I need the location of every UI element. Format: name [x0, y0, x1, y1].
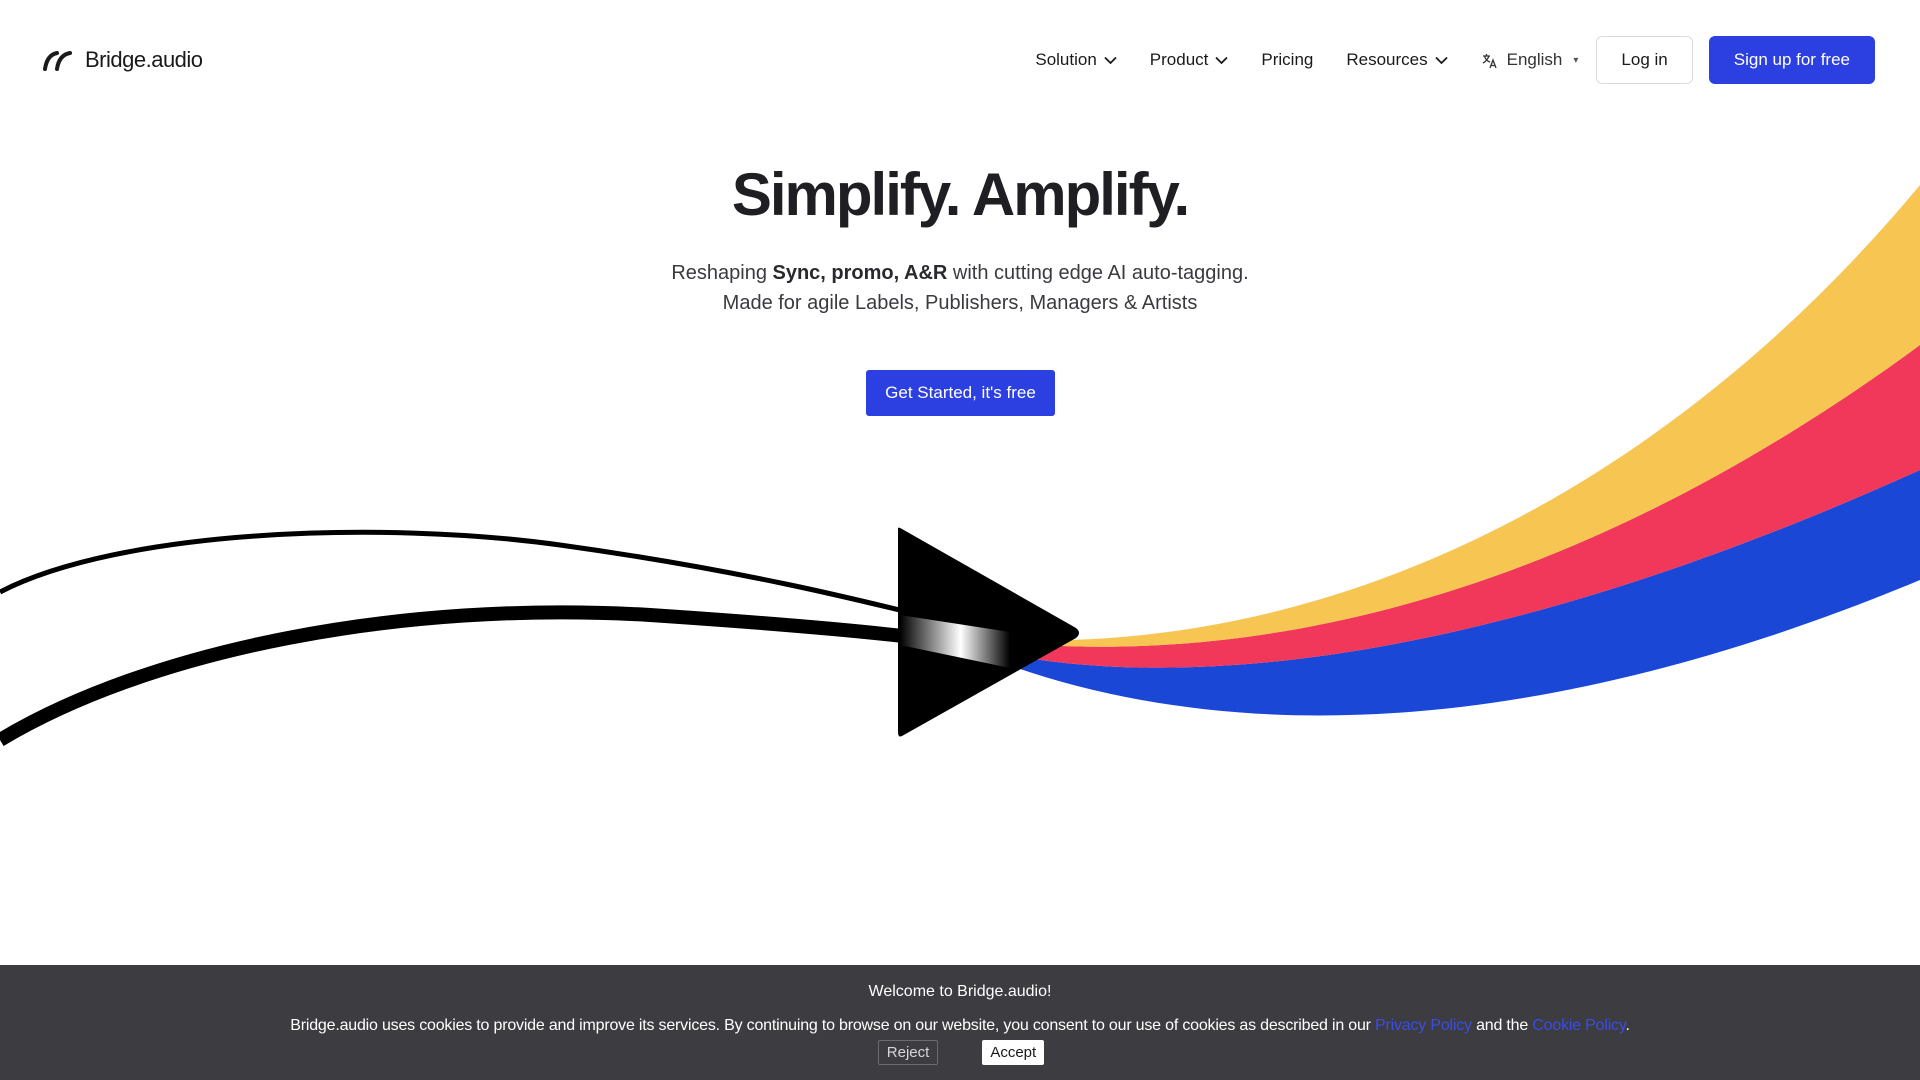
- chevron-down-icon: [1104, 56, 1117, 64]
- language-selector[interactable]: English ▾: [1481, 50, 1579, 70]
- hero-subtitle: Reshaping Sync, promo, A&R with cutting …: [0, 258, 1920, 318]
- reject-button[interactable]: Reject: [877, 1040, 939, 1065]
- site-header: Bridge.audio Solution Product Pricing Re…: [0, 0, 1920, 120]
- hero-subtitle-line2: Made for agile Labels, Publishers, Manag…: [722, 292, 1198, 314]
- main-nav: Solution Product Pricing Resources Engli…: [1035, 36, 1875, 84]
- nav-item-label: Pricing: [1261, 50, 1314, 69]
- chevron-down-icon: [1215, 56, 1229, 64]
- cookie-text-suffix: .: [1625, 1017, 1630, 1034]
- curve-thin: [0, 529, 941, 623]
- hero-line1-prefix: Reshaping: [671, 262, 773, 284]
- logo-text: Bridge.audio: [85, 47, 203, 72]
- accept-button[interactable]: Accept: [982, 1040, 1045, 1065]
- cookie-banner: Welcome to Bridge.audio! Bridge.audio us…: [0, 965, 1920, 1080]
- logo[interactable]: Bridge.audio: [43, 47, 203, 73]
- nav-item-solution[interactable]: Solution: [1035, 50, 1117, 70]
- curve-thick: [0, 605, 921, 747]
- hero-subtitle-line1: Reshaping Sync, promo, A&R with cutting …: [0, 258, 1920, 288]
- nav-item-product[interactable]: Product: [1150, 50, 1229, 70]
- nav-item-resources[interactable]: Resources: [1346, 50, 1448, 70]
- chevron-down-icon: [1434, 56, 1448, 64]
- cookie-text-middle: and the: [1471, 1017, 1533, 1034]
- hero-line1-suffix: with cutting edge AI auto-tagging.: [947, 262, 1249, 284]
- hero-title: Simplify. Amplify.: [731, 161, 1190, 228]
- hero-line1-bold: Sync, promo, A&R: [772, 262, 948, 284]
- cookie-text: Bridge.audio uses cookies to provide and…: [0, 1017, 1920, 1035]
- cookie-actions: Reject Accept: [0, 1040, 1920, 1065]
- language-label: English: [1506, 50, 1563, 69]
- ribbon-yellow: [1040, 185, 1920, 647]
- bridge-arc-icon: [43, 51, 72, 71]
- ribbon-blue: [1000, 470, 1920, 716]
- caret-down-icon: ▾: [1573, 54, 1579, 66]
- translate-icon: [1482, 53, 1497, 68]
- nav-item-pricing[interactable]: Pricing: [1261, 50, 1313, 70]
- nav-item-label: Product: [1149, 50, 1209, 69]
- privacy-policy-link[interactable]: Privacy Policy: [1375, 1017, 1472, 1034]
- arrow-highlight: [900, 615, 1010, 668]
- nav-item-label: Solution: [1035, 50, 1097, 69]
- cookie-title: Welcome to Bridge.audio!: [868, 983, 1052, 1000]
- get-started-button[interactable]: Get Started, it's free: [866, 370, 1055, 416]
- ribbon-red: [1010, 345, 1920, 668]
- cookie-text-prefix: Bridge.audio uses cookies to provide and…: [290, 1017, 1376, 1034]
- signup-button[interactable]: Sign up for free: [1708, 36, 1875, 84]
- login-button[interactable]: Log in: [1596, 36, 1693, 84]
- play-arrow-icon: [898, 527, 1079, 737]
- nav-item-label: Resources: [1346, 50, 1428, 69]
- page: Bridge.audio Solution Product Pricing Re…: [0, 0, 1920, 1080]
- cookie-policy-link[interactable]: Cookie Policy: [1532, 1017, 1625, 1034]
